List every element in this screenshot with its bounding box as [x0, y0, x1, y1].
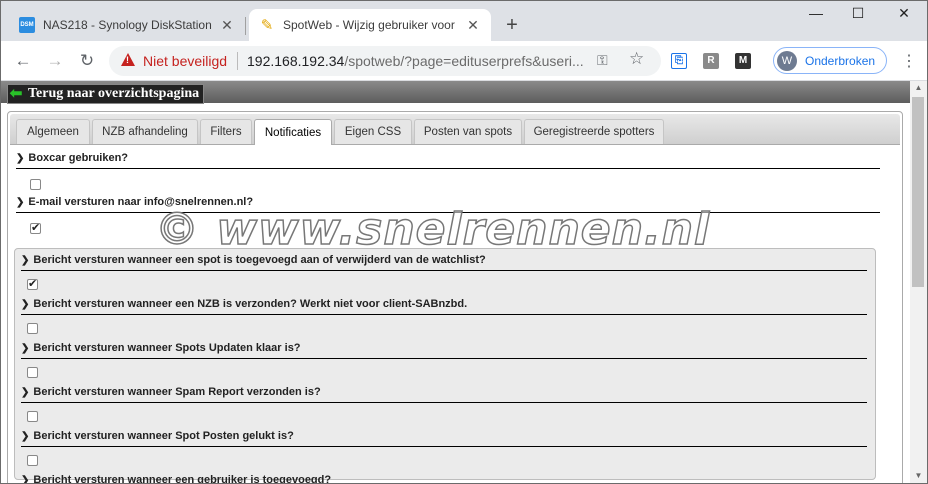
- notif-spam-report: ❯ Bericht versturen wanneer Spam Report v…: [21, 386, 321, 398]
- scrollbar[interactable]: ▲ ▼: [910, 81, 927, 483]
- profile-label: Onderbroken: [805, 53, 876, 68]
- chevron-right-icon: ❯: [21, 475, 30, 483]
- email-checkbox[interactable]: [30, 221, 41, 234]
- divider: [16, 168, 880, 169]
- warning-icon: [121, 53, 135, 66]
- menu-icon[interactable]: ⋮: [901, 51, 917, 71]
- page-content: ⬅ Terug naar overzichtspagina Algemeen N…: [1, 81, 910, 483]
- dsm-icon: DSM: [19, 17, 35, 33]
- avatar: W: [777, 50, 797, 71]
- notif-spot-posted: ❯ Bericht versturen wanneer Spot Posten g…: [21, 430, 294, 442]
- notif-nzb-sent: ❯ Bericht versturen wanneer een NZB is ve…: [21, 298, 467, 310]
- chevron-right-icon: ❯: [21, 343, 30, 354]
- pref-label: Bericht versturen wanneer een NZB is ver…: [33, 298, 468, 310]
- scroll-down-icon[interactable]: ▼: [910, 469, 927, 483]
- security-label[interactable]: Niet beveiligd: [143, 53, 227, 69]
- url-path: /spotweb/?page=edituserprefs&useri...: [344, 53, 584, 69]
- minimize-icon[interactable]: —: [801, 5, 831, 21]
- top-bar: ⬅ Terug naar overzichtspagina: [1, 81, 910, 104]
- notif-nzb-sent-checkbox[interactable]: [27, 323, 38, 334]
- email-notification-group: ❯ Bericht versturen wanneer een spot is t…: [14, 248, 876, 483]
- tab-notificaties[interactable]: Notificaties: [254, 119, 332, 145]
- tab-eigen-css[interactable]: Eigen CSS: [334, 119, 412, 144]
- scroll-up-icon[interactable]: ▲: [910, 81, 927, 95]
- preferences-tabs: Algemeen NZB afhandeling Filters Notific…: [10, 114, 900, 145]
- address-bar[interactable]: Niet beveiligd 192.168.192.34/spotweb/?p…: [109, 46, 661, 76]
- chevron-right-icon: ❯: [16, 153, 25, 164]
- pref-label: Bericht versturen wanneer Spot Posten ge…: [33, 430, 294, 442]
- tab-strip: DSM NAS218 - Synology DiskStation ✕ ✎ Sp…: [1, 1, 927, 41]
- tab-geregistreerde-spotters[interactable]: Geregistreerde spotters: [524, 119, 664, 144]
- pref-label: Bericht versturen wanneer Spots Updaten …: [33, 342, 301, 354]
- close-icon[interactable]: ✕: [465, 17, 481, 34]
- tab-separator: [245, 17, 246, 35]
- preferences-panel: Algemeen NZB afhandeling Filters Notific…: [7, 111, 903, 483]
- divider: [21, 314, 867, 315]
- readability-icon[interactable]: R: [703, 53, 719, 69]
- close-window-icon[interactable]: ✕: [889, 5, 919, 22]
- notif-user-added: ❯ Bericht versturen wanneer een gebruiker…: [21, 474, 331, 483]
- reload-icon[interactable]: ↻: [75, 49, 99, 73]
- tab-nas218[interactable]: DSM NAS218 - Synology DiskStation ✕: [9, 9, 245, 41]
- url-text[interactable]: 192.168.192.34/spotweb/?page=edituserpre…: [247, 53, 587, 69]
- notif-spots-updated: ❯ Bericht versturen wanneer Spots Updaten…: [21, 342, 301, 354]
- close-icon[interactable]: ✕: [219, 17, 235, 34]
- notif-watchlist: ❯ Bericht versturen wanneer een spot is t…: [21, 254, 486, 266]
- chevron-right-icon: ❯: [21, 431, 30, 442]
- pref-label: Boxcar gebruiken?: [28, 152, 129, 164]
- tab-posten-van-spots[interactable]: Posten van spots: [414, 119, 522, 144]
- pref-boxcar: ❯ Boxcar gebruiken?: [16, 152, 128, 164]
- chevron-right-icon: ❯: [16, 197, 25, 208]
- key-icon[interactable]: ⚿: [597, 52, 608, 69]
- dashlane-icon[interactable]: ⎘: [671, 53, 687, 69]
- back-to-overview-button[interactable]: ⬅ Terug naar overzichtspagina: [7, 84, 205, 104]
- pen-icon: ✎: [260, 17, 274, 34]
- gmail-icon[interactable]: M: [735, 53, 751, 69]
- tab-title: NAS218 - Synology DiskStation: [43, 18, 212, 32]
- forward-icon[interactable]: →: [43, 49, 67, 73]
- back-icon[interactable]: ←: [11, 49, 35, 73]
- chevron-right-icon: ❯: [21, 299, 30, 310]
- divider: [21, 358, 867, 359]
- tab-nzb-afhandeling[interactable]: NZB afhandeling: [92, 119, 198, 144]
- back-label: Terug naar overzichtspagina: [28, 86, 200, 101]
- pref-label: Bericht versturen wanneer een gebruiker …: [33, 474, 332, 483]
- divider: [21, 270, 867, 271]
- divider: [21, 446, 867, 447]
- divider: [237, 52, 238, 70]
- tab-algemeen[interactable]: Algemeen: [16, 119, 90, 144]
- pref-label: Bericht versturen wanneer een spot is to…: [33, 254, 486, 266]
- tab-filters[interactable]: Filters: [200, 119, 252, 144]
- scroll-thumb[interactable]: [912, 97, 924, 287]
- divider: [21, 402, 867, 403]
- notif-watchlist-checkbox[interactable]: [27, 277, 38, 290]
- boxcar-checkbox[interactable]: [30, 179, 41, 190]
- pref-label: Bericht versturen wanneer Spam Report ve…: [33, 386, 321, 398]
- browser-toolbar: ← → ↻ Niet beveiligd 192.168.192.34/spot…: [1, 41, 927, 81]
- star-icon[interactable]: ☆: [629, 49, 644, 69]
- arrow-left-icon: ⬅: [9, 85, 23, 102]
- notif-spam-report-checkbox[interactable]: [27, 411, 38, 422]
- url-host: 192.168.192.34: [247, 53, 345, 69]
- chevron-right-icon: ❯: [21, 387, 30, 398]
- notif-spot-posted-checkbox[interactable]: [27, 455, 38, 466]
- chevron-right-icon: ❯: [21, 255, 30, 266]
- tab-spotweb[interactable]: ✎ SpotWeb - Wijzig gebruiker voor ✕: [249, 9, 491, 41]
- notif-spots-updated-checkbox[interactable]: [27, 367, 38, 378]
- new-tab-icon[interactable]: +: [501, 14, 523, 37]
- profile-button[interactable]: W Onderbroken: [773, 47, 887, 74]
- watermark: © www.snelrennen.nl: [154, 203, 711, 256]
- tab-title: SpotWeb - Wijzig gebruiker voor: [283, 18, 455, 32]
- maximize-icon[interactable]: ☐: [843, 5, 873, 22]
